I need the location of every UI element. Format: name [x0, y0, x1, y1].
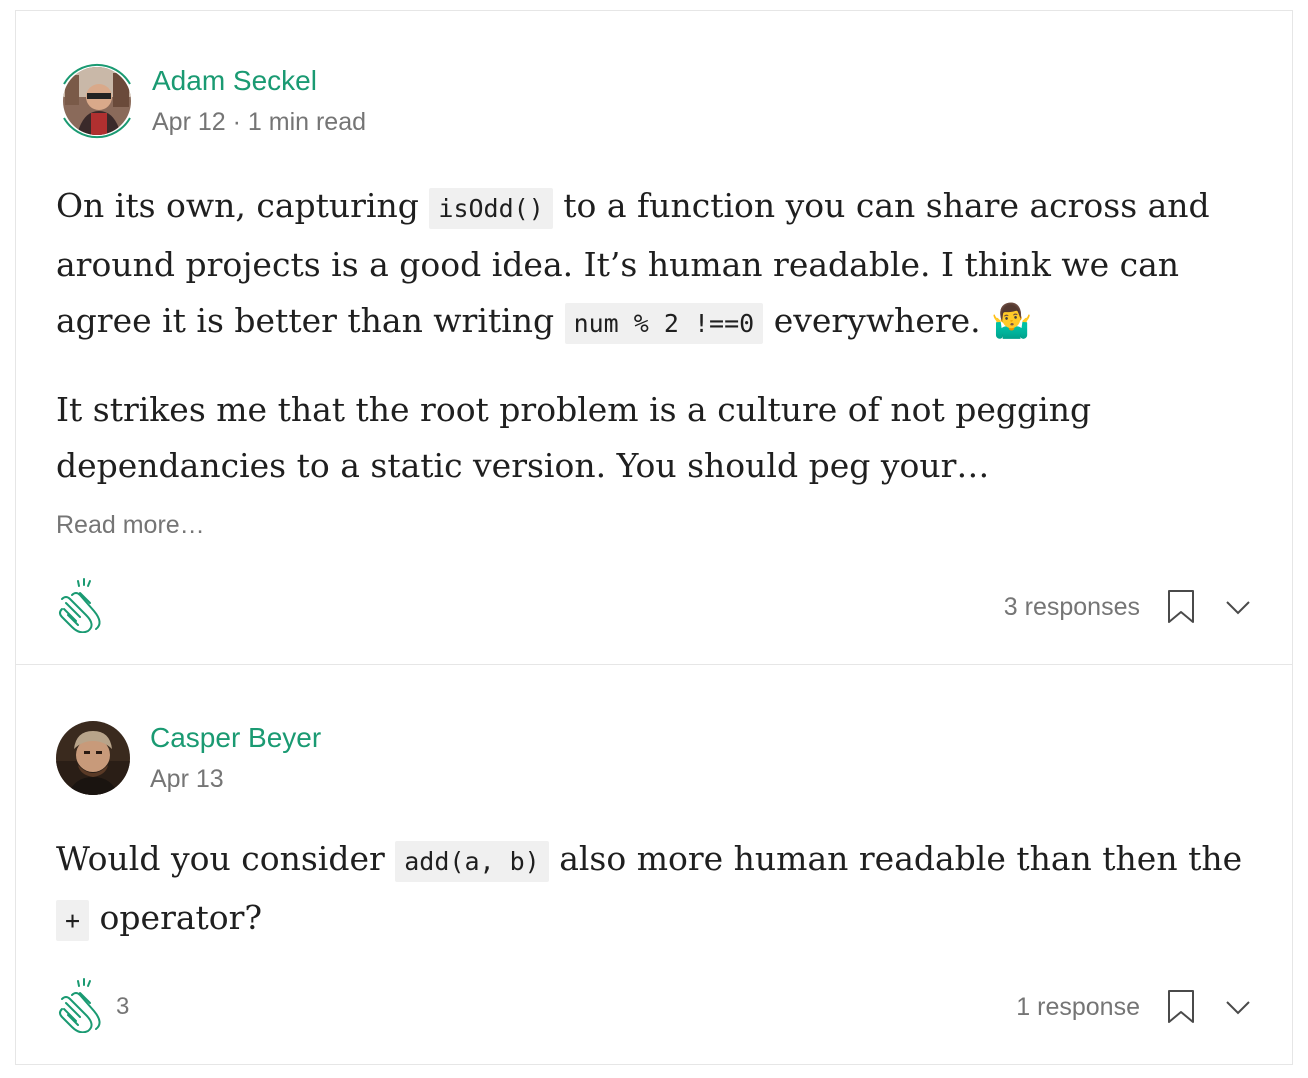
clap-count: 3: [116, 993, 130, 1020]
inline-code: num % 2 !==0: [564, 303, 764, 344]
text-run: Would you consider: [56, 839, 396, 878]
meta-separator: ·: [225, 108, 248, 136]
author-meta: Casper Beyer Apr 13: [150, 721, 321, 795]
response-card: Adam Seckel Apr 12 · 1 min read On its o…: [15, 10, 1293, 665]
responses-count-link[interactable]: 1 response: [1016, 993, 1140, 1022]
read-time: 1 min read: [247, 108, 367, 136]
clap-icon[interactable]: [56, 577, 108, 633]
response-card: Casper Beyer Apr 13 Would you consider a…: [15, 665, 1293, 1065]
avatar-photo: [63, 67, 131, 135]
text-run: everywhere. 🤷‍♂: [763, 301, 1033, 340]
avatar[interactable]: [56, 721, 130, 795]
author-meta: Adam Seckel Apr 12 · 1 min read: [152, 64, 366, 138]
post-meta: Apr 12 · 1 min read: [152, 106, 366, 138]
inline-code: add(a, b): [395, 841, 549, 882]
author-name[interactable]: Adam Seckel: [152, 64, 366, 98]
response-footer: 3 1 response: [56, 977, 1252, 1037]
responses-count-link[interactable]: 3 responses: [1004, 593, 1140, 622]
author-name[interactable]: Casper Beyer: [150, 721, 321, 755]
response-body[interactable]: On its own, capturing isOdd() to a funct…: [56, 178, 1256, 494]
paragraph: It strikes me that the root problem is a…: [56, 390, 1092, 485]
paragraph: On its own, capturing isOdd() to a funct…: [56, 178, 1256, 352]
avatar[interactable]: [56, 60, 138, 142]
inline-code: isOdd(): [429, 188, 553, 229]
text-run: On its own, capturing: [56, 186, 430, 225]
bookmark-icon[interactable]: [1166, 589, 1196, 625]
author-block: Casper Beyer Apr 13: [56, 721, 321, 795]
text-run: operator?: [89, 898, 263, 937]
author-block: Adam Seckel Apr 12 · 1 min read: [56, 60, 366, 142]
response-footer: 3 responses: [56, 577, 1252, 637]
post-date[interactable]: Apr 13: [150, 763, 321, 795]
paragraph: Would you consider add(a, b) also more h…: [56, 831, 1256, 949]
chevron-down-icon[interactable]: [1224, 997, 1252, 1017]
text-run: also more human readable than then the: [548, 839, 1243, 878]
bookmark-icon[interactable]: [1166, 989, 1196, 1025]
inline-code: +: [56, 900, 90, 941]
response-actions: 3 responses: [1004, 577, 1252, 637]
clap-icon[interactable]: [56, 977, 108, 1033]
post-date[interactable]: Apr 12: [152, 108, 226, 136]
chevron-down-icon[interactable]: [1224, 597, 1252, 617]
avatar-photo: [56, 721, 130, 795]
response-body[interactable]: Would you consider add(a, b) also more h…: [56, 831, 1256, 949]
read-more-link[interactable]: Read more…: [56, 511, 205, 540]
response-actions: 1 response: [1016, 977, 1252, 1037]
